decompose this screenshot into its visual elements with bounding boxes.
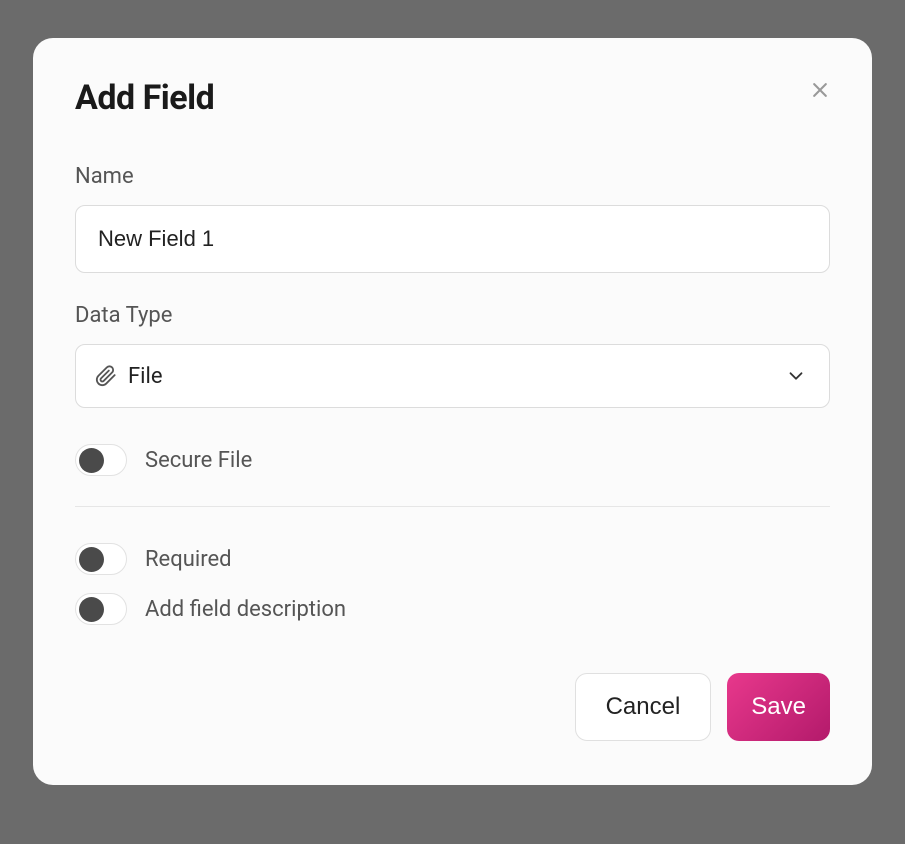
toggle-knob xyxy=(79,597,104,622)
required-label: Required xyxy=(145,547,232,572)
data-type-select[interactable]: File xyxy=(75,344,830,408)
toggle-knob xyxy=(79,448,104,473)
chevron-down-icon xyxy=(785,365,807,387)
add-field-modal: Add Field Name Data Type File xyxy=(33,38,872,785)
cancel-button[interactable]: Cancel xyxy=(575,673,712,741)
name-input[interactable] xyxy=(75,205,830,273)
secure-file-row: Secure File xyxy=(75,444,830,476)
divider xyxy=(75,506,830,507)
add-description-label: Add field description xyxy=(145,597,346,622)
data-type-group: Data Type File Secure File xyxy=(75,303,830,476)
modal-header: Add Field xyxy=(75,78,830,118)
close-button[interactable] xyxy=(804,74,836,106)
add-description-row: Add field description xyxy=(75,593,830,625)
attachment-icon xyxy=(94,364,118,388)
name-label: Name xyxy=(75,164,830,189)
save-button[interactable]: Save xyxy=(727,673,830,741)
data-type-label: Data Type xyxy=(75,303,830,328)
secure-file-toggle[interactable] xyxy=(75,444,127,476)
secure-file-label: Secure File xyxy=(145,448,252,473)
toggle-knob xyxy=(79,547,104,572)
required-toggle[interactable] xyxy=(75,543,127,575)
data-type-value: File xyxy=(128,364,785,389)
close-icon xyxy=(810,80,830,100)
modal-title: Add Field xyxy=(75,78,830,118)
name-group: Name xyxy=(75,164,830,273)
add-description-toggle[interactable] xyxy=(75,593,127,625)
required-row: Required xyxy=(75,543,830,575)
button-row: Cancel Save xyxy=(75,673,830,741)
